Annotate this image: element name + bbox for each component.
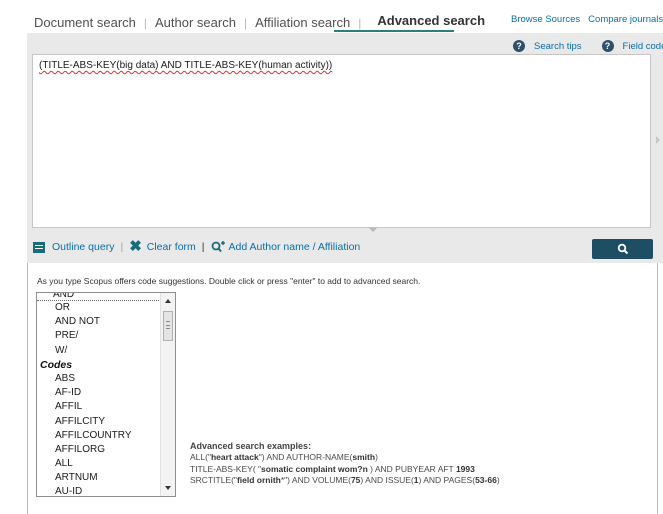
example-segment: )	[496, 475, 500, 486]
chevron-down-icon[interactable]	[369, 228, 377, 232]
query-textarea[interactable]: (TITLE-ABS-KEY(big data) AND TITLE-ABS-K…	[32, 54, 651, 228]
scroll-up-icon[interactable]	[165, 299, 171, 303]
search-plus-icon	[211, 241, 225, 253]
browse-sources-link[interactable]: Browse Sources	[511, 14, 580, 25]
list-item[interactable]: AFFILCITY	[37, 415, 161, 429]
list-item[interactable]: ABS	[37, 372, 161, 386]
list-item[interactable]: ARTNUM	[37, 471, 161, 485]
list-item[interactable]: AFFILORG	[37, 443, 161, 457]
example-line: SRCTITLE("field ornith*") AND VOLUME(75)…	[190, 475, 500, 486]
query-actions: Outline query | ✖ Clear form | Add Autho…	[33, 238, 361, 255]
tab-affiliation-search[interactable]: Affiliation search	[255, 15, 350, 30]
list-item[interactable]: ALL	[37, 457, 161, 471]
codes-header: Codes	[40, 358, 73, 371]
example-segment: somatic complaint wom?n	[261, 463, 368, 474]
example-segment: *") AND VOLUME(	[280, 475, 351, 486]
suggestion-hint: As you type Scopus offers code suggestio…	[37, 276, 421, 286]
search-tips-link[interactable]: Search tips	[534, 41, 582, 52]
tab-separator: |	[243, 15, 248, 30]
field-codes-link[interactable]: Field codes	[623, 41, 663, 52]
example-segment: TITLE-ABS-KEY( "	[190, 463, 262, 474]
active-tab-indicator	[334, 30, 454, 32]
clear-form-label: Clear form	[146, 241, 196, 253]
tab-document-search[interactable]: Document search	[34, 15, 136, 30]
outline-query-button[interactable]: Outline query	[33, 241, 114, 253]
list-item[interactable]: PRE/	[37, 329, 161, 343]
add-author-affiliation-button[interactable]: Add Author name / Affiliation	[211, 241, 361, 253]
search-examples: Advanced search examples: ALL("heart att…	[190, 441, 500, 487]
example-segment: SRCTITLE("	[190, 475, 237, 486]
list-item[interactable]: AND NOT	[37, 315, 161, 329]
list-scrollbar[interactable]	[160, 293, 175, 496]
outline-query-label: Outline query	[52, 241, 115, 253]
action-separator: |	[120, 241, 124, 253]
examples-title: Advanced search examples:	[190, 441, 312, 451]
list-item[interactable]: OR	[37, 301, 161, 315]
chevron-right-icon[interactable]	[656, 136, 660, 144]
example-segment: ) AND PAGES(	[418, 475, 476, 486]
query-text: (TITLE-ABS-KEY(big data) AND TITLE-ABS-K…	[39, 60, 333, 71]
advanced-search-page: Document search | Author search | Affili…	[0, 0, 663, 514]
example-segment: 75	[350, 475, 361, 486]
list-item[interactable]: AF-ID	[37, 386, 161, 400]
example-segment: heart attack	[210, 452, 259, 463]
example-segment: ) AND ISSUE(	[360, 475, 414, 486]
list-item[interactable]: AU-ID	[37, 485, 161, 496]
list-item[interactable]: AND	[37, 293, 161, 301]
tab-bar: Document search | Author search | Affili…	[0, 0, 663, 33]
list-item[interactable]: AFFIL	[37, 400, 161, 414]
tab-author-search[interactable]: Author search	[155, 15, 236, 30]
examples-lines: ALL("heart attack") AND AUTHOR-NAME(smit…	[190, 452, 500, 486]
search-button[interactable]	[592, 239, 653, 259]
tab-separator: |	[358, 15, 362, 30]
example-segment: 1993	[455, 463, 475, 474]
scroll-thumb[interactable]	[163, 311, 173, 341]
example-segment: ") AND AUTHOR-NAME(	[258, 452, 353, 463]
example-segment: smith	[352, 452, 376, 463]
close-icon: ✖	[129, 238, 142, 255]
example-segment: )	[375, 452, 378, 463]
tab-separator: |	[143, 15, 148, 30]
help-links: ? Search tips ? Field codes	[513, 40, 663, 52]
top-links: Browse Sources Compare journals	[511, 14, 663, 25]
clear-form-button[interactable]: ✖ Clear form	[129, 238, 196, 255]
compare-journals-link[interactable]: Compare journals	[588, 14, 663, 25]
grip-icon	[166, 321, 170, 329]
list-item[interactable]: AFFILCOUNTRY	[37, 429, 161, 443]
add-author-label: Add Author name / Affiliation	[228, 241, 361, 253]
action-separator: |	[201, 241, 205, 253]
list-item[interactable]: W/	[37, 344, 161, 358]
example-line: ALL("heart attack") AND AUTHOR-NAME(smit…	[190, 452, 500, 463]
example-segment: ALL("	[190, 452, 211, 463]
question-icon: ?	[601, 40, 614, 52]
example-segment: ) AND PUBYEAR AFT	[367, 463, 456, 474]
scroll-down-icon[interactable]	[165, 486, 171, 490]
question-icon: ?	[513, 40, 525, 52]
outline-icon	[33, 241, 45, 253]
example-line: TITLE-ABS-KEY( "somatic complaint wom?n …	[190, 464, 500, 475]
example-segment: 53-66	[475, 475, 497, 486]
search-icon	[617, 243, 628, 255]
code-suggestion-list[interactable]: AND OR AND NOT PRE/W/Codes ABS AF-ID AFFIL AFFI…	[36, 292, 176, 497]
code-list-items: AND OR AND NOT PRE/W/Codes ABS AF-ID AFFIL AFFI…	[37, 293, 161, 496]
example-segment: field ornith	[236, 475, 281, 486]
